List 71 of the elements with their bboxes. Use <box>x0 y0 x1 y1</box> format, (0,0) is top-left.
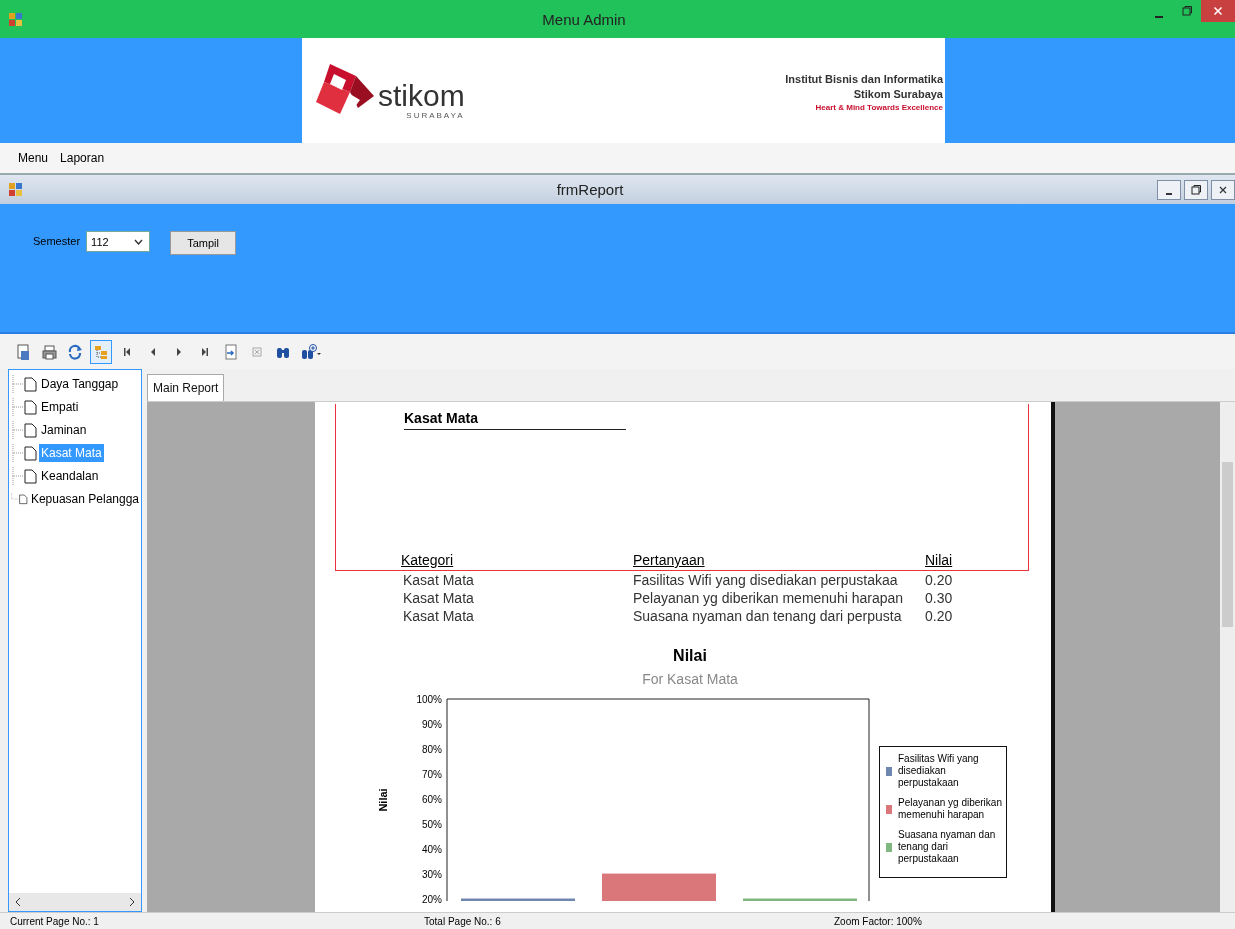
scrollbar[interactable] <box>1220 402 1235 912</box>
table-cell-text: Pelayanan yg diberikan memenuhi harapan <box>633 589 905 607</box>
minimize-icon <box>1155 16 1163 18</box>
legend-label: Pelayanan yg diberikan memenuhi harapan <box>898 797 1003 821</box>
close-icon <box>1213 6 1223 16</box>
show-button[interactable]: Tampil <box>170 231 237 255</box>
table-cell-text: 0.20 <box>925 571 954 589</box>
tree-item[interactable]: Kepuasan Pelangga <box>28 489 141 508</box>
tree-item[interactable]: Jaminan <box>39 420 89 439</box>
status-text: Zoom Factor: 100% <box>834 915 922 927</box>
tick-label: 70% <box>422 768 442 780</box>
legend-label: Fasilitas Wifi yang disediakan perpustakaan <box>898 753 980 789</box>
tree-item[interactable]: Daya Tanggap <box>39 374 121 393</box>
column-header: Kategori <box>401 552 455 568</box>
menu-item[interactable]: Laporan <box>56 149 109 167</box>
maximize-icon <box>1182 6 1192 16</box>
tree-item[interactable]: Empati <box>39 397 81 416</box>
table-cell-text: Kasat Mata <box>403 607 475 625</box>
minimize-button[interactable] <box>1157 179 1181 200</box>
printer-icon <box>41 343 57 360</box>
tick-label: 80% <box>422 743 442 755</box>
semester-dropdown[interactable]: 112 <box>86 231 151 252</box>
refresh-icon <box>67 343 83 360</box>
tagline: Heart & Mind Towards Excellence <box>815 102 943 113</box>
legend-swatch <box>886 804 892 814</box>
chart-subtitle: For Kasat Mata <box>642 671 738 687</box>
table-cell-text: Suasana nyaman dan tenang dari perpusta <box>633 607 903 625</box>
institution-name: Institut Bisnis dan Informatika <box>785 72 943 87</box>
tick-label: 100% <box>416 694 442 705</box>
legend-swatch <box>886 842 892 852</box>
status-text: Total Page No.: 6 <box>424 915 502 927</box>
column-header: Nilai <box>925 552 954 568</box>
chevron-icon <box>134 238 144 245</box>
tick-label: 40% <box>422 843 442 855</box>
tick-label: 50% <box>422 818 442 830</box>
window-title: frmReport <box>555 181 625 198</box>
scrollbar[interactable] <box>9 893 141 911</box>
export-icon <box>15 343 31 360</box>
column-header: Pertanyaan <box>633 552 706 568</box>
logo-wordmark: stikom <box>378 80 465 111</box>
status-text: Current Page No.: 1 <box>10 915 100 927</box>
report-tab[interactable]: Main Report <box>147 374 225 401</box>
window-title: Menu Admin <box>541 10 627 28</box>
close-icon <box>1218 184 1228 195</box>
logo-subtitle: SURABAYA <box>406 110 465 120</box>
tree-icon <box>93 343 109 360</box>
table-cell-text: Fasilitas Wifi yang disediakan perpustakaa <box>633 571 899 589</box>
tick-label: 60% <box>422 793 442 805</box>
app-icon <box>8 182 23 197</box>
close-button[interactable] <box>1211 179 1235 200</box>
minimize-icon <box>1166 192 1172 195</box>
menu-item[interactable]: Menu <box>14 149 53 167</box>
legend-swatch <box>886 766 892 776</box>
restore-button[interactable] <box>1184 179 1208 200</box>
table-cell-text: Kasat Mata <box>403 571 475 589</box>
report-heading: Kasat Mata <box>404 410 626 430</box>
tick-label: 20% <box>422 893 442 905</box>
chart-title: Nilai <box>673 647 707 665</box>
restore-icon <box>1191 184 1201 195</box>
tree-item[interactable]: Keandalan <box>39 466 101 485</box>
table-cell-text: 0.20 <box>925 607 954 625</box>
axis-label: Nilai <box>377 788 389 812</box>
institution-name: Stikom Surabaya <box>853 87 943 102</box>
legend-label: Suasana nyaman dan tenang dari perpustakaan <box>898 829 997 865</box>
app-icon <box>8 11 23 27</box>
table-cell-text: 0.30 <box>925 589 954 607</box>
table-cell-text: Kasat Mata <box>403 589 475 607</box>
zoom-icon <box>301 343 321 360</box>
semester-label: Semester <box>33 235 81 247</box>
tick-label: 30% <box>422 868 442 880</box>
tick-label: 90% <box>422 718 442 730</box>
